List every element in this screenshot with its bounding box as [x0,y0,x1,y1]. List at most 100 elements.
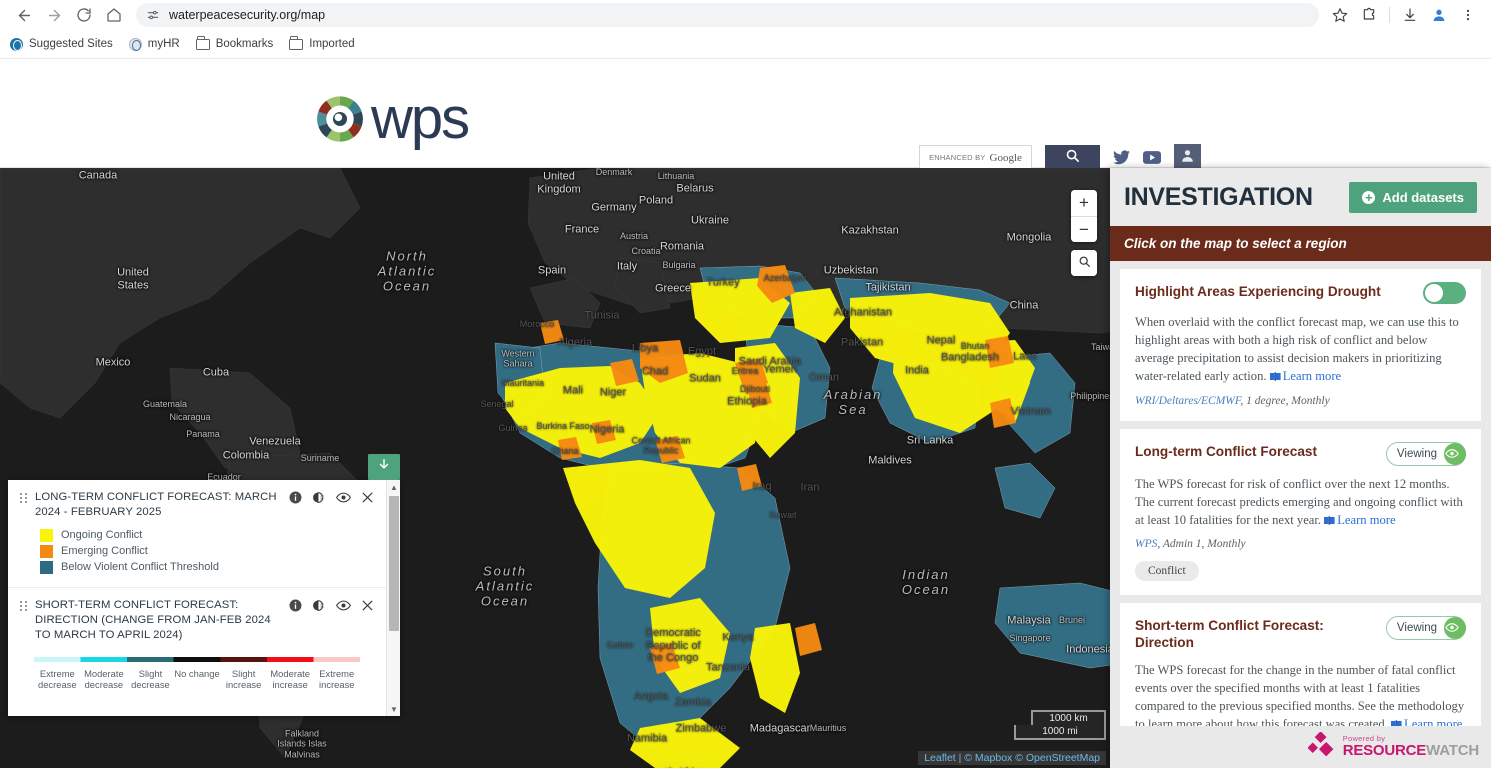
bookmark-folder-imported[interactable]: Imported [289,36,355,50]
legend-item-long-term: LONG-TERM CONFLICT FORECAST: MARCH 2024 … [8,480,386,588]
scale-km: 1000 km [1031,710,1106,725]
dataset-title: Highlight Areas Experiencing Drought [1135,284,1381,299]
site-settings-icon[interactable] [146,8,160,22]
youtube-icon[interactable] [1143,151,1161,164]
gradient-tick: Moderate decrease [84,667,124,691]
legend-scroll-area: LONG-TERM CONFLICT FORECAST: MARCH 2024 … [8,480,386,716]
attrib-osm[interactable]: © OpenStreetMap [1015,752,1100,764]
resource-watch-logo[interactable]: Powered by RESOURCEWATCH [1307,730,1479,763]
url-text: waterpeacesecurity.org/map [169,8,326,22]
book-icon [1391,716,1402,726]
bookmark-myhr[interactable]: myHR [128,37,180,51]
eye-icon[interactable] [336,491,351,504]
download-map-button[interactable] [368,454,400,480]
browser-menu-icon[interactable] [1455,2,1481,28]
drought-toggle[interactable] [1423,282,1466,304]
learn-more-link[interactable]: Learn more [1269,368,1342,384]
legend-category-row: Ongoing Conflict [40,528,374,542]
address-bar[interactable]: waterpeacesecurity.org/map [136,3,1319,27]
select-region-banner: Click on the map to select a region [1110,226,1491,261]
eye-icon [1444,442,1466,465]
dataset-description: The WPS forecast for risk of conflict ov… [1135,475,1466,529]
map-scale: 1000 km 1000 mi [1014,710,1106,740]
attrib-leaflet[interactable]: Leaflet [924,752,956,764]
book-icon [1269,368,1281,382]
learn-more-link[interactable]: Learn more [1324,512,1396,527]
wps-logo-text: wps [371,86,470,151]
dataset-tag-conflict[interactable]: Conflict [1135,560,1199,581]
opacity-icon[interactable] [312,599,326,612]
map-zoom-controls: + − [1071,190,1097,276]
eye-icon[interactable] [336,599,351,612]
dataset-description: When overlaid with the conflict forecast… [1135,313,1466,386]
search-submit-button[interactable] [1045,144,1100,171]
map-search-control [1071,250,1097,276]
zoom-out-button[interactable]: − [1071,216,1097,242]
bookmark-label: Imported [309,38,355,50]
add-datasets-button[interactable]: + Add datasets [1349,181,1477,213]
scroll-up-icon[interactable]: ▲ [387,480,401,494]
scrollbar-thumb[interactable] [389,496,399,631]
browser-action-icons [1327,2,1481,28]
gradient-tick: Slight decrease [131,667,170,691]
downloads-icon[interactable] [1397,2,1423,28]
source-link[interactable]: WRI/Deltares/ECMWF [1135,395,1240,407]
legend-actions [289,490,374,504]
zoom-control-group: + − [1071,190,1097,242]
forward-button[interactable] [40,1,68,29]
legend-category-label: Ongoing Conflict [61,529,143,542]
learn-more-label: Learn more [1404,717,1463,726]
drag-handle-icon[interactable] [20,600,29,611]
learn-more-label: Learn more [1337,512,1396,527]
legend-scrollbar[interactable]: ▲ ▼ [386,480,400,716]
dataset-card-long-term: Long-term Conflict Forecast Viewing The … [1120,428,1481,595]
twitter-icon[interactable] [1113,150,1130,165]
gradient-tick: No change [174,667,220,679]
bookmark-suggested-sites[interactable]: Suggested Sites [10,37,113,51]
download-arrow-icon [377,458,391,477]
home-button[interactable] [100,1,128,29]
dataset-source: WPS, Admin 1, Monthly [1135,538,1466,550]
gradient-tick: Extreme increase [319,667,355,691]
source-link[interactable]: WPS [1135,538,1157,550]
extensions-icon[interactable] [1356,2,1382,28]
add-datasets-label: Add datasets [1382,189,1464,205]
plus-icon: + [1362,190,1376,204]
zoom-in-button[interactable]: + [1071,190,1097,216]
close-icon[interactable] [361,599,374,612]
scroll-down-icon[interactable]: ▼ [387,702,401,716]
search-icon [1078,253,1091,273]
dataset-card-drought: Highlight Areas Experiencing Drought Whe… [1120,269,1481,421]
swatch-emerging-conflict [40,544,53,558]
profile-icon[interactable] [1426,2,1452,28]
learn-more-link[interactable]: Learn more [1391,717,1462,726]
drag-handle-icon[interactable] [20,493,29,503]
bookmark-star-icon[interactable] [1327,2,1353,28]
map-attribution[interactable]: Leaflet | © Mapbox © OpenStreetMap [918,751,1106,765]
toolbar-divider [1389,7,1390,23]
back-button[interactable] [10,1,38,29]
legend-gradient: Extreme decrease Moderate decrease Sligh… [20,643,374,696]
wps-logo[interactable]: wps [313,86,470,151]
attrib-mapbox[interactable]: © Mapbox [964,752,1012,764]
brand-watch: WATCH [1426,742,1479,760]
dataset-list[interactable]: Highlight Areas Experiencing Drought Whe… [1110,261,1491,726]
learn-more-label: Learn more [1282,369,1342,384]
globe-icon [10,37,23,51]
dataset-description: The WPS forecast for the change in the n… [1135,661,1466,726]
info-icon[interactable] [289,491,302,504]
viewing-toggle-long-term[interactable]: Viewing [1385,441,1466,466]
google-search-input[interactable]: enhanced by Google [919,145,1032,170]
map-legend-panel[interactable]: LONG-TERM CONFLICT FORECAST: MARCH 2024 … [8,480,400,716]
toggle-knob [1425,284,1443,302]
user-account-button[interactable] [1174,144,1201,171]
dataset-header: Long-term Conflict Forecast Viewing [1135,441,1466,466]
info-icon[interactable] [289,599,302,612]
opacity-icon[interactable] [312,491,326,504]
viewing-toggle-short-term[interactable]: Viewing [1385,615,1466,640]
map-search-button[interactable] [1071,250,1097,276]
bookmark-folder-bookmarks[interactable]: Bookmarks [195,36,274,50]
reload-button[interactable] [70,1,98,29]
bookmark-label: Bookmarks [215,38,274,50]
close-icon[interactable] [361,491,374,504]
